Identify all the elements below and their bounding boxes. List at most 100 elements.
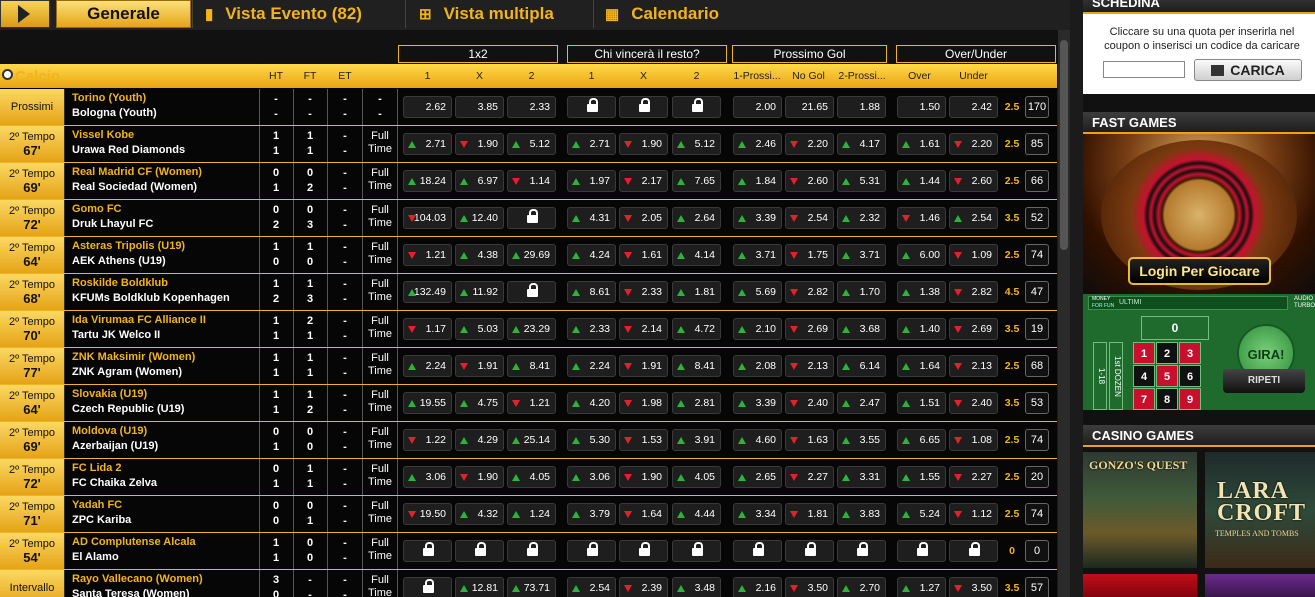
home-team[interactable]: Real Madrid CF (Women) [72, 166, 257, 181]
odds-button[interactable]: 1.21 [507, 392, 556, 414]
menu-toggle-button[interactable] [0, 0, 50, 28]
odds-button[interactable] [949, 540, 998, 562]
odds-button[interactable]: 1.44 [897, 170, 946, 192]
odds-button[interactable]: 1.24 [507, 503, 556, 525]
odds-button[interactable]: 2.81 [672, 392, 721, 414]
odds-button[interactable]: 1.17 [403, 318, 452, 340]
odds-button[interactable]: 18.24 [403, 170, 452, 192]
odds-button[interactable]: 5.12 [672, 133, 721, 155]
more-markets-button[interactable]: 68 [1025, 355, 1049, 377]
odds-button[interactable]: 1.98 [619, 392, 668, 414]
odds-button[interactable]: 1.75 [785, 244, 834, 266]
odds-button[interactable]: 4.60 [733, 429, 782, 451]
odds-button[interactable]: 2.20 [949, 133, 998, 155]
odds-button[interactable]: 1.63 [785, 429, 834, 451]
odds-button[interactable]: 2.71 [567, 133, 616, 155]
match-row[interactable]: 2º Tempo 68' Roskilde Boldklub KFUMs Boldkl… [0, 274, 1057, 311]
odds-button[interactable]: 2.24 [403, 355, 452, 377]
more-markets-button[interactable]: 74 [1025, 244, 1049, 266]
odds-button[interactable]: 2.33 [507, 96, 556, 118]
odds-button[interactable]: 19.55 [403, 392, 452, 414]
odds-button[interactable]: 1.90 [619, 466, 668, 488]
odds-button[interactable]: 2.13 [785, 355, 834, 377]
odds-button[interactable]: 1.53 [619, 429, 668, 451]
odds-button[interactable]: 2.54 [949, 207, 998, 229]
roulette-number-cell[interactable]: 7 [1133, 388, 1155, 410]
odds-button[interactable] [567, 540, 616, 562]
odds-button[interactable]: 25.14 [507, 429, 556, 451]
odds-button[interactable]: 29.69 [507, 244, 556, 266]
scrollbar[interactable] [1058, 30, 1070, 597]
home-team[interactable]: Slovakia (U19) [72, 388, 257, 403]
odds-button[interactable]: 2.00 [733, 96, 782, 118]
odds-button[interactable]: 4.32 [455, 503, 504, 525]
odds-button[interactable]: 4.17 [837, 133, 886, 155]
odds-button[interactable]: 1.09 [949, 244, 998, 266]
match-row[interactable]: Prossimi Torino (Youth) Bologna (Youth) - - -… [0, 89, 1057, 126]
odds-button[interactable]: 2.54 [785, 207, 834, 229]
odds-button[interactable]: 11.92 [455, 281, 504, 303]
odds-button[interactable]: 2.60 [949, 170, 998, 192]
odds-button[interactable]: 1.90 [619, 133, 668, 155]
odds-button[interactable]: 4.05 [507, 466, 556, 488]
roulette-number-cell[interactable]: 4 [1133, 365, 1155, 387]
odds-button[interactable]: 2.69 [785, 318, 834, 340]
odds-button[interactable]: 1.12 [949, 503, 998, 525]
more-markets-button[interactable]: 57 [1025, 577, 1049, 597]
odds-button[interactable]: 1.90 [455, 466, 504, 488]
odds-button[interactable]: 132.49 [403, 281, 452, 303]
odds-button[interactable]: 3.39 [733, 207, 782, 229]
odds-button[interactable]: 3.50 [785, 577, 834, 597]
match-row[interactable]: 2º Tempo 69' Moldova (U19) Azerbaijan (U19)… [0, 422, 1057, 459]
odds-button[interactable]: 1.61 [619, 244, 668, 266]
odds-button[interactable]: 6.65 [897, 429, 946, 451]
odds-button[interactable]: 4.24 [567, 244, 616, 266]
tab-generale[interactable]: Generale [56, 0, 191, 28]
odds-button[interactable]: 6.00 [897, 244, 946, 266]
odds-button[interactable] [507, 540, 556, 562]
odds-button[interactable]: 2.42 [949, 96, 998, 118]
odds-button[interactable]: 1.08 [949, 429, 998, 451]
odds-button[interactable]: 1.84 [733, 170, 782, 192]
odds-button[interactable]: 3.50 [949, 577, 998, 597]
odds-button[interactable]: 2.33 [567, 318, 616, 340]
odds-button[interactable]: 2.16 [733, 577, 782, 597]
more-markets-button[interactable]: 20 [1025, 466, 1049, 488]
odds-button[interactable]: 2.32 [837, 207, 886, 229]
odds-button[interactable] [455, 540, 504, 562]
match-row[interactable]: 2º Tempo 67' Vissel Kobe Urawa Red Diamonds… [0, 126, 1057, 163]
more-markets-button[interactable]: 74 [1025, 429, 1049, 451]
home-team[interactable]: Moldova (U19) [72, 425, 257, 440]
odds-button[interactable]: 1.22 [403, 429, 452, 451]
odds-button[interactable]: 3.34 [733, 503, 782, 525]
odds-button[interactable]: 7.65 [672, 170, 721, 192]
odds-button[interactable]: 2.14 [619, 318, 668, 340]
more-markets-button[interactable]: 74 [1025, 503, 1049, 525]
odds-button[interactable]: 1.97 [567, 170, 616, 192]
odds-button[interactable]: 2.24 [567, 355, 616, 377]
odds-button[interactable]: 1.81 [785, 503, 834, 525]
match-row[interactable]: 2º Tempo 54' AD Complutense Alcala El Alamo… [0, 533, 1057, 570]
odds-button[interactable]: 12.81 [455, 577, 504, 597]
odds-button[interactable] [672, 540, 721, 562]
odds-button[interactable]: 3.79 [567, 503, 616, 525]
odds-button[interactable]: 1.90 [455, 133, 504, 155]
odds-button[interactable]: 1.88 [837, 96, 886, 118]
odds-button[interactable] [785, 540, 834, 562]
home-team[interactable]: Gomo FC [72, 203, 257, 218]
ripeti-button[interactable]: RIPETI [1223, 369, 1305, 393]
odds-button[interactable]: 3.68 [837, 318, 886, 340]
odds-button[interactable]: 4.14 [672, 244, 721, 266]
odds-button[interactable]: 1.21 [403, 244, 452, 266]
odds-button[interactable]: 1.91 [455, 355, 504, 377]
more-markets-button[interactable]: 52 [1025, 207, 1049, 229]
odds-button[interactable]: 1.14 [507, 170, 556, 192]
odds-button[interactable]: 21.65 [785, 96, 834, 118]
roulette-number-cell[interactable]: 8 [1156, 388, 1178, 410]
odds-button[interactable]: 4.75 [455, 392, 504, 414]
odds-button[interactable]: 2.47 [837, 392, 886, 414]
odds-button[interactable]: 1.91 [619, 355, 668, 377]
match-row[interactable]: Intervallo Rayo Vallecano (Women) Santa Te… [0, 570, 1057, 597]
roulette-zero-cell[interactable]: 0 [1141, 316, 1209, 340]
odds-button[interactable] [403, 577, 452, 597]
